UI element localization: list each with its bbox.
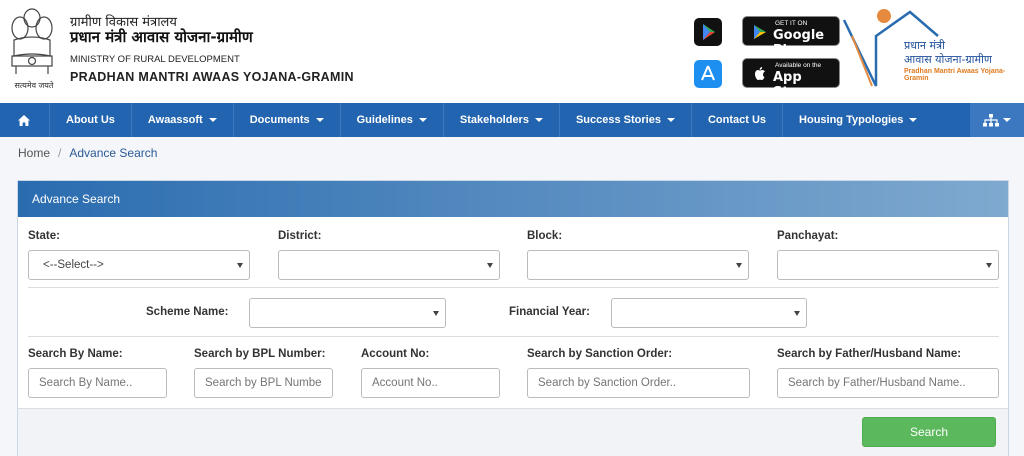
- chevron-down-icon: [418, 118, 427, 122]
- block-label: Block:: [527, 230, 563, 242]
- bpl-number-input[interactable]: [194, 368, 333, 398]
- nav-guidelines[interactable]: Guidelines: [341, 103, 444, 137]
- google-play-button[interactable]: GET IT ON Google Play: [742, 16, 840, 58]
- account-no-input[interactable]: [361, 368, 500, 398]
- sanction-order-input[interactable]: [527, 368, 750, 398]
- chevron-down-icon: [433, 311, 439, 316]
- chevron-down-icon: [736, 263, 742, 268]
- breadcrumb: Home / Advance Search: [18, 146, 157, 160]
- nav-documents[interactable]: Documents: [234, 103, 341, 137]
- chevron-down-icon: [909, 118, 918, 122]
- nav-about-us-label: About Us: [66, 114, 115, 126]
- app-store-button[interactable]: Available on the App Store: [742, 58, 840, 100]
- state-select[interactable]: <--Select-->: [28, 250, 250, 280]
- app-store-label: App Store: [773, 70, 813, 100]
- app-store-icon[interactable]: [694, 60, 722, 88]
- scheme-name-select[interactable]: [249, 298, 446, 328]
- ministry-english: MINISTRY OF RURAL DEVELOPMENT: [70, 54, 240, 65]
- breadcrumb-current: Advance Search: [69, 146, 158, 160]
- nav-stakeholders[interactable]: Stakeholders: [444, 103, 560, 137]
- panel-footer: [18, 408, 1008, 456]
- apple-icon: [755, 67, 765, 80]
- nav-housing-typologies-label: Housing Typologies: [799, 114, 904, 126]
- row-divider: [28, 287, 999, 288]
- sitemap-icon: [983, 113, 999, 126]
- search-button[interactable]: Search: [862, 417, 996, 447]
- chevron-down-icon: [534, 118, 543, 122]
- nav-success-stories-label: Success Stories: [575, 114, 661, 126]
- google-play-label: Google Play: [773, 28, 825, 58]
- chevron-down-icon: [1003, 118, 1011, 122]
- chevron-down-icon: [237, 263, 243, 268]
- nav-home[interactable]: [0, 103, 50, 137]
- chevron-down-icon: [315, 118, 324, 122]
- scheme-hindi: प्रधान मंत्री आवास योजना-ग्रामीण: [70, 28, 253, 46]
- main-navbar: About Us Awaassoft Documents Guidelines …: [0, 103, 1024, 137]
- financial-year-label: Financial Year:: [509, 306, 590, 318]
- chevron-down-icon: [208, 118, 217, 122]
- app-store-small-text: Available on the: [775, 62, 822, 69]
- account-no-label: Account No:: [361, 348, 430, 360]
- district-label: District:: [278, 230, 322, 242]
- nav-housing-typologies[interactable]: Housing Typologies: [783, 103, 933, 137]
- search-by-name-input[interactable]: [28, 368, 167, 398]
- block-select[interactable]: [527, 250, 749, 280]
- play-store-icon[interactable]: [694, 18, 722, 46]
- district-select[interactable]: [278, 250, 500, 280]
- father-husband-name-label: Search by Father/Husband Name:: [777, 348, 962, 360]
- scheme-name-label: Scheme Name:: [146, 306, 229, 318]
- scheme-english: PRADHAN MANTRI AWAAS YOJANA-GRAMIN: [70, 70, 354, 84]
- nav-guidelines-label: Guidelines: [356, 114, 413, 126]
- sanction-order-label: Search by Sanction Order:: [527, 348, 673, 360]
- panchayat-select[interactable]: [777, 250, 999, 280]
- emblem-motto: सत्यमेव जयते: [14, 81, 54, 90]
- chevron-down-icon: [794, 311, 800, 316]
- logo-hindi-line2: आवास योजना-ग्रामीण: [904, 53, 992, 66]
- panchayat-label: Panchayat:: [777, 230, 839, 242]
- panel-title: Advance Search: [18, 181, 1008, 217]
- state-label: State:: [28, 230, 60, 242]
- nav-success-stories[interactable]: Success Stories: [560, 103, 692, 137]
- logo-hindi-line1: प्रधान मंत्री: [904, 39, 945, 52]
- nav-contact-us-label: Contact Us: [707, 114, 767, 126]
- financial-year-select[interactable]: [611, 298, 807, 328]
- home-icon: [18, 114, 30, 126]
- chevron-down-icon: [487, 263, 493, 268]
- row-divider: [28, 336, 999, 337]
- nav-awaassoft[interactable]: Awaassoft: [132, 103, 234, 137]
- nav-awaassoft-label: Awaassoft: [147, 114, 203, 126]
- nav-contact-us[interactable]: Contact Us: [692, 103, 784, 137]
- site-header: सत्यमेव जयते ग्रामीण विकास मंत्रालय प्रध…: [0, 0, 1024, 103]
- father-husband-name-input[interactable]: [777, 368, 999, 398]
- sitemap-menu-button[interactable]: [970, 103, 1024, 137]
- national-emblem-icon: [11, 8, 53, 74]
- chevron-down-icon: [986, 263, 992, 268]
- search-by-name-label: Search By Name:: [28, 348, 123, 360]
- bpl-number-label: Search by BPL Number:: [194, 348, 326, 360]
- google-play-icon: [754, 25, 766, 39]
- breadcrumb-separator: /: [58, 146, 62, 160]
- chevron-down-icon: [666, 118, 675, 122]
- logo-english-line: Pradhan Mantri Awaas Yojana-Gramin: [904, 68, 1006, 82]
- nav-stakeholders-label: Stakeholders: [459, 114, 529, 126]
- nav-documents-label: Documents: [249, 114, 310, 126]
- nav-about-us[interactable]: About Us: [50, 103, 132, 137]
- google-play-small-text: GET IT ON: [775, 20, 808, 27]
- breadcrumb-home[interactable]: Home: [18, 146, 50, 160]
- state-select-value: <--Select-->: [43, 259, 104, 271]
- advance-search-panel: Advance Search State: <--Select--> Distr…: [17, 180, 1009, 456]
